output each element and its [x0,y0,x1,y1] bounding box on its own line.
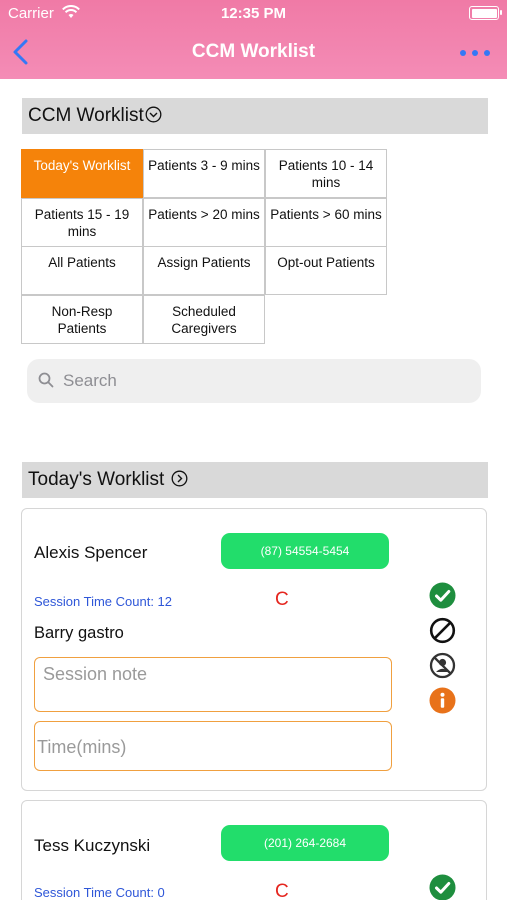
filter-patients-15-19[interactable]: Patients 15 - 19 mins [21,198,143,247]
worklist-section-title: CCM Worklist [28,105,144,126]
filter-opt-out-patients[interactable]: Opt-out Patients [265,246,387,295]
block-icon[interactable] [429,617,456,644]
session-note-input[interactable]: Session note [34,657,392,712]
phone-button[interactable]: (87) 54554-5454 [221,533,389,569]
todays-worklist-header[interactable]: Today's Worklist [22,462,488,498]
check-circle-icon[interactable] [429,874,456,900]
session-time-count: Session Time Count: 0 [34,885,165,900]
filter-patients-10-14[interactable]: Patients 10 - 14 mins [265,149,387,198]
status-bar: Carrier 12:35 PM [0,0,507,28]
nav-title: CCM Worklist [191,41,316,62]
filter-patients-over-60[interactable]: Patients > 60 mins [265,198,387,247]
status-flag: C [275,589,289,610]
filter-patients-over-20[interactable]: Patients > 20 mins [143,198,265,247]
info-icon[interactable] [429,687,456,714]
patient-card: Tess Kuczynski (201) 264-2684 Session Ti… [21,800,487,900]
battery-icon [469,6,502,20]
time-mins-placeholder: Time(mins) [37,737,127,757]
chevron-right-circle-icon [171,464,188,500]
clock: 12:35 PM [220,5,287,22]
session-note-placeholder: Session note [43,664,148,684]
patient-name: Alexis Spencer [34,543,148,562]
person-off-icon[interactable] [429,652,456,679]
chevron-down-circle-icon [145,100,162,136]
patient-name: Tess Kuczynski [34,836,151,855]
filter-assign-patients[interactable]: Assign Patients [143,246,265,295]
filter-todays-worklist[interactable]: Today's Worklist [21,149,143,198]
worklist-section-header[interactable]: CCM Worklist [22,98,488,134]
check-circle-icon[interactable] [429,582,456,609]
todays-worklist-title: Today's Worklist [28,469,165,490]
more-dots-icon[interactable] [459,45,491,63]
filter-grid: Today's Worklist Patients 3 - 9 mins Pat… [21,149,387,344]
search-placeholder: Search [63,371,117,390]
search-icon [38,372,54,393]
phone-button[interactable]: (201) 264-2684 [221,825,389,861]
search-bar[interactable]: Search [27,359,481,403]
filter-non-resp-patients[interactable]: Non-Resp Patients [21,295,143,344]
patient-card: Alexis Spencer (87) 54554-5454 Session T… [21,508,487,791]
navigation-bar: Carrier 12:35 PM CCM Worklist [0,0,507,79]
filter-patients-3-9[interactable]: Patients 3 - 9 mins [143,149,265,198]
filter-scheduled-caregivers[interactable]: Scheduled Caregivers [143,295,265,344]
doctor-name: Barry gastro [34,624,124,642]
time-mins-input[interactable]: Time(mins) [34,721,392,771]
status-flag: C [275,881,289,900]
session-time-count: Session Time Count: 12 [34,594,173,609]
filter-all-patients[interactable]: All Patients [21,246,143,295]
